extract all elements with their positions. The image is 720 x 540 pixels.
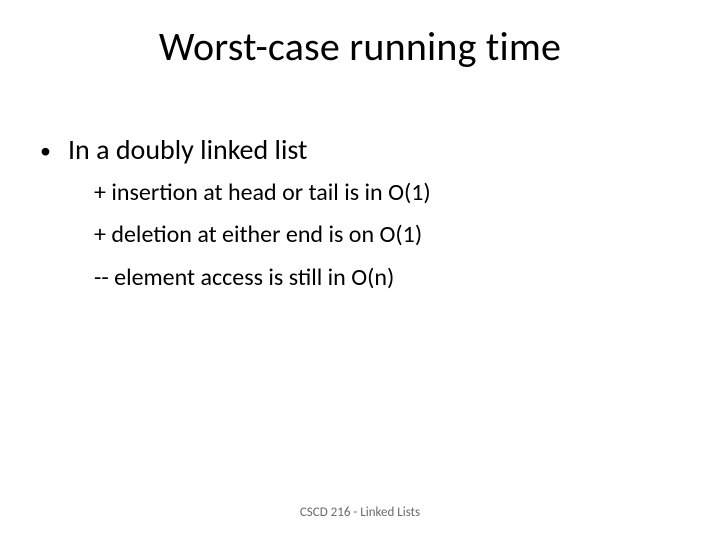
bullet-item: • In a doubly linked list [40, 132, 680, 167]
slide-footer: CSCD 216 - Linked Lists [0, 505, 720, 520]
bullet-text: In a doubly linked list [68, 132, 307, 167]
slide: Worst-case running time • In a doubly li… [0, 0, 720, 540]
slide-body: • In a doubly linked list + insertion at… [40, 132, 680, 294]
bullet-marker: • [40, 137, 68, 165]
sub-bullet: + deletion at either end is on O(1) [94, 219, 680, 251]
sub-bullet: -- element access is still in O(n) [94, 262, 680, 294]
slide-title: Worst-case running time [0, 22, 720, 71]
sub-bullet: + insertion at head or tail is in O(1) [94, 177, 680, 209]
